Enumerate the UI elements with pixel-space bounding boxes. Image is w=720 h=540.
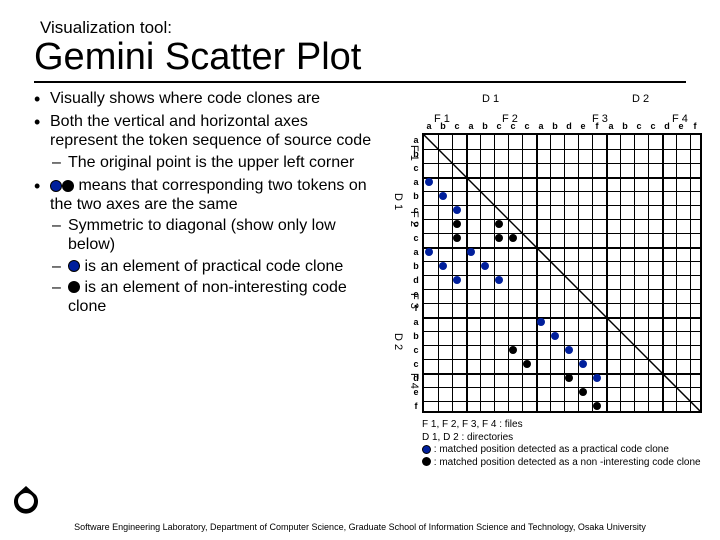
- legend-practical: : matched position detected as a practic…: [422, 444, 712, 457]
- point-non-interesting: [565, 374, 573, 382]
- legend-non: : matched position detected as a non -in…: [422, 457, 712, 470]
- title-rule: [34, 81, 686, 83]
- point-practical: [537, 318, 545, 326]
- osaka-logo-icon: [10, 483, 42, 520]
- dot-blue-icon: [50, 180, 62, 192]
- col-letters: abcabcccabdefabccdef: [422, 121, 702, 135]
- point-practical: [439, 192, 447, 200]
- point-practical: [425, 248, 433, 256]
- point-practical: [453, 206, 461, 214]
- point-practical: [593, 374, 601, 382]
- bullet-2-1: The original point is the upper left cor…: [50, 153, 374, 172]
- point-non-interesting: [453, 220, 461, 228]
- bullet-3-1: Symmetric to diagonal (show only low bel…: [50, 216, 374, 254]
- point-non-interesting: [579, 388, 587, 396]
- point-non-interesting: [523, 360, 531, 368]
- point-practical: [495, 276, 503, 284]
- point-non-interesting: [495, 234, 503, 242]
- bullet-list: Visually shows where code clones are Bot…: [34, 89, 374, 320]
- pre-title: Visualization tool:: [40, 18, 686, 38]
- bullet-3-2-text: is an element of practical code clone: [80, 258, 343, 275]
- bullet-3-text: means that corresponding two tokens on t…: [50, 177, 367, 213]
- legend-non-text: : matched position detected as a non -in…: [431, 457, 701, 468]
- bullet-3-3-text: is an element of non-interesting code cl…: [68, 279, 347, 315]
- point-practical: [425, 178, 433, 186]
- scatter-plot: D 1 D 2 F 1 F 2 F 3 F 4 D 1 D 2 F 1 F 2 …: [392, 93, 708, 413]
- legend-practical-text: : matched position detected as a practic…: [431, 444, 669, 455]
- point-practical: [439, 262, 447, 270]
- bullet-1: Visually shows where code clones are: [34, 89, 374, 108]
- top-d1: D 1: [482, 93, 499, 105]
- bullet-3-3: is an element of non-interesting code cl…: [50, 278, 374, 316]
- left-d2: D 2: [392, 333, 404, 350]
- point-practical: [481, 262, 489, 270]
- footer: Software Engineering Laboratory, Departm…: [0, 522, 720, 532]
- dot-blue-icon: [422, 445, 431, 454]
- dot-black-icon: [422, 457, 431, 466]
- bullet-3-2: is an element of practical code clone: [50, 257, 374, 276]
- point-practical: [551, 332, 559, 340]
- point-non-interesting: [495, 220, 503, 228]
- dot-blue-icon: [68, 260, 80, 272]
- bullet-2-text: Both the vertical and horizontal axes re…: [50, 113, 371, 149]
- bullet-2: Both the vertical and horizontal axes re…: [34, 112, 374, 172]
- dot-black-icon: [62, 180, 74, 192]
- point-non-interesting: [509, 234, 517, 242]
- bullet-3: means that corresponding two tokens on t…: [34, 176, 374, 316]
- point-non-interesting: [453, 234, 461, 242]
- row-letters: abcabcccabdefabccdef: [409, 133, 423, 413]
- chart-legend: F 1, F 2, F 3, F 4 : files D 1, D 2 : di…: [422, 419, 712, 469]
- point-non-interesting: [509, 346, 517, 354]
- point-practical: [565, 346, 573, 354]
- legend-dirs: D 1, D 2 : directories: [422, 432, 712, 445]
- point-practical: [467, 248, 475, 256]
- dot-black-icon: [68, 281, 80, 293]
- top-d2: D 2: [632, 93, 649, 105]
- page-title: Gemini Scatter Plot: [34, 36, 686, 79]
- point-practical: [453, 276, 461, 284]
- point-non-interesting: [593, 402, 601, 410]
- point-practical: [579, 360, 587, 368]
- left-d1: D 1: [392, 193, 404, 210]
- legend-files: F 1, F 2, F 3, F 4 : files: [422, 419, 712, 432]
